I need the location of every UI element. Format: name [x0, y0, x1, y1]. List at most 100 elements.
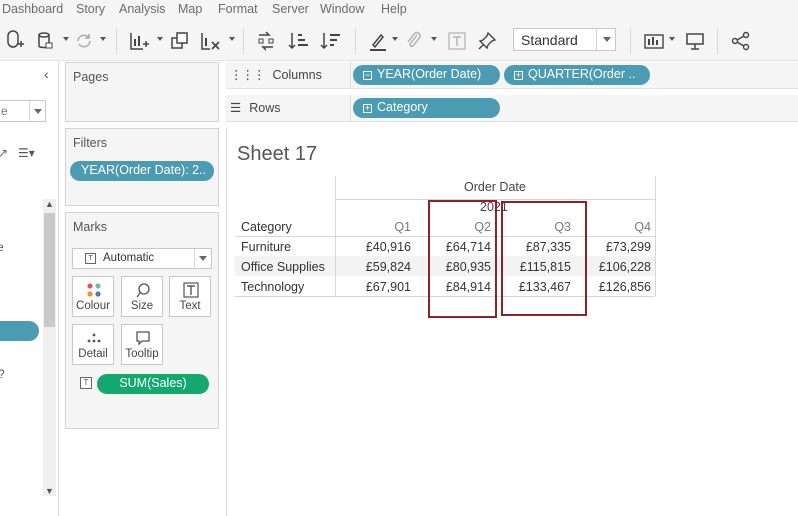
clear-sheet-icon[interactable] [199, 30, 221, 52]
table-cell[interactable]: £40,916 [341, 240, 411, 254]
datasource-caret[interactable] [63, 37, 69, 41]
columns-shelf[interactable]: ⋮⋮⋮ Columns − YEAR(Order Date) + QUARTER(Or… [226, 62, 798, 89]
toolbar-divider [717, 28, 718, 54]
selected-field-pill[interactable] [0, 321, 39, 341]
menu-help[interactable]: Help [381, 2, 407, 16]
fit-dropdown[interactable]: Standard [513, 28, 616, 51]
expand-icon[interactable]: + [514, 71, 523, 80]
show-me-icon[interactable] [643, 30, 665, 52]
field-fragment-text: ? [0, 367, 5, 381]
table-cell[interactable]: £67,901 [341, 280, 411, 294]
column-header-order-date[interactable]: Order Date [464, 180, 526, 194]
table-right-edge [655, 176, 656, 296]
annotate-caret[interactable] [431, 37, 437, 41]
tooltip-icon [136, 331, 150, 346]
new-worksheet-caret[interactable] [157, 37, 163, 41]
mark-type-dropdown[interactable]: T Automatic [72, 248, 212, 269]
sum-sales-pill[interactable]: SUM(Sales) [97, 374, 209, 394]
table-cell[interactable]: £59,824 [341, 260, 411, 274]
new-worksheet-icon[interactable] [128, 30, 150, 52]
collapse-pane-icon[interactable]: ‹ [44, 66, 49, 82]
presentation-icon[interactable] [684, 30, 706, 52]
size-button[interactable]: Size [121, 276, 163, 317]
show-me-caret[interactable] [669, 37, 675, 41]
column-pill-year[interactable]: − YEAR(Order Date) [353, 65, 500, 85]
column-pill-quarter[interactable]: + QUARTER(Order .. [504, 65, 650, 85]
menu-server[interactable]: Server [272, 2, 309, 16]
row-label[interactable]: Office Supplies [241, 260, 325, 274]
swap-icon[interactable] [255, 30, 277, 52]
row-pill-category[interactable]: + Category [353, 98, 500, 118]
expand-icon[interactable]: + [363, 104, 372, 113]
tooltip-label: Tooltip [125, 348, 159, 360]
pages-card[interactable]: Pages [65, 62, 219, 122]
row-header-category[interactable]: Category [241, 220, 292, 234]
collapse-icon[interactable]: − [363, 71, 372, 80]
fit-value: Standard [521, 32, 578, 48]
shelf-divider [350, 95, 351, 122]
datasource-icon[interactable] [34, 30, 56, 52]
data-source-dropdown[interactable]: e [0, 100, 46, 122]
toolbar-divider [243, 28, 244, 54]
highlight-caret[interactable] [392, 37, 398, 41]
menu-bar: Dashboard Story Analysis Map Format Serv… [0, 0, 798, 20]
detail-label: Detail [78, 348, 108, 360]
menu-format[interactable]: Format [218, 2, 258, 16]
duplicate-icon[interactable] [169, 30, 191, 52]
data-pane-scrollbar[interactable]: ▲ ▼ [43, 199, 56, 496]
menu-window[interactable]: Window [320, 2, 364, 16]
scrollbar-thumb[interactable] [44, 213, 55, 327]
sort-descending-icon[interactable] [319, 30, 341, 52]
menu-story[interactable]: Story [76, 2, 105, 16]
detail-button[interactable]: Detail [72, 324, 114, 365]
toolbar-divider [355, 28, 356, 54]
text-button[interactable]: Text [169, 276, 211, 317]
sort-ascending-icon[interactable] [287, 30, 309, 52]
highlight-icon[interactable] [367, 30, 389, 52]
menu-analysis[interactable]: Analysis [119, 2, 166, 16]
columns-label: ⋮⋮⋮ Columns [230, 67, 322, 82]
mark-type-value: Automatic [103, 252, 155, 264]
columns-icon: ⋮⋮⋮ [230, 68, 265, 82]
menu-dashboard[interactable]: Dashboard [2, 2, 63, 16]
table-cell[interactable]: £73,299 [581, 240, 651, 254]
quarter-header[interactable]: Q4 [581, 220, 651, 234]
refresh-caret[interactable] [100, 37, 106, 41]
pages-title: Pages [73, 70, 109, 84]
data-pane: ‹ e ↗ ☰▾ e ? ▲ ▼ [0, 62, 59, 516]
filters-card[interactable]: Filters YEAR(Order Date): 2.. [65, 128, 219, 206]
tooltip-button[interactable]: Tooltip [121, 324, 163, 365]
text-label: Text [179, 300, 201, 312]
rows-shelf[interactable]: ☰ Rows + Category [226, 95, 798, 122]
view-options-icon[interactable]: ☰▾ [18, 146, 35, 160]
marks-title: Marks [73, 220, 108, 234]
pin-icon[interactable] [476, 30, 498, 52]
row-label[interactable]: Technology [241, 280, 304, 294]
label-icon[interactable] [446, 30, 468, 52]
table-cell[interactable]: £126,856 [581, 280, 651, 294]
share-icon[interactable] [730, 30, 752, 52]
shelf-divider [350, 62, 351, 89]
sheet-title[interactable]: Sheet 17 [237, 143, 317, 166]
column-pill-year-label: YEAR(Order Date) [377, 67, 482, 81]
toolbar-divider [116, 28, 117, 54]
filter-pill-year[interactable]: YEAR(Order Date): 2.. [70, 161, 214, 181]
toolbar-divider [630, 28, 631, 54]
menu-map[interactable]: Map [178, 2, 202, 16]
clear-sheet-caret[interactable] [229, 37, 235, 41]
filter-fields-icon[interactable]: ↗ [0, 146, 8, 160]
quarter-header[interactable]: Q1 [341, 220, 411, 234]
refresh-icon[interactable] [73, 30, 95, 52]
row-pill-category-label: Category [377, 100, 428, 114]
chevron-down-icon [29, 101, 45, 121]
chevron-down-icon [194, 249, 211, 268]
table-cell[interactable]: £106,228 [581, 260, 651, 274]
annotate-icon[interactable] [403, 30, 425, 52]
scroll-down-icon[interactable]: ▼ [45, 486, 54, 496]
new-datasource-icon[interactable] [4, 30, 26, 52]
colour-button[interactable]: Colour [72, 276, 114, 317]
scroll-up-icon[interactable]: ▲ [45, 199, 54, 209]
row-label[interactable]: Furniture [241, 240, 291, 254]
rows-label-text: Rows [249, 101, 281, 115]
size-label: Size [130, 300, 154, 312]
